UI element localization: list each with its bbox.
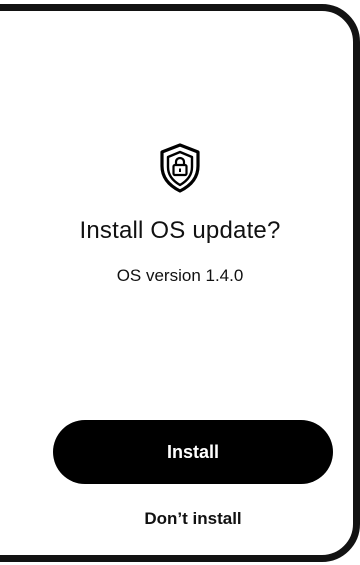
shield-lock-icon — [160, 143, 200, 193]
dialog-title: Install OS update? — [79, 217, 281, 244]
os-version-text: OS version 1.4.0 — [116, 266, 244, 285]
device-stage: Install OS update? OS version 1.4.0 Inst… — [0, 0, 360, 565]
dont-install-button[interactable]: Don’t install — [53, 502, 333, 536]
install-button[interactable]: Install — [53, 420, 333, 484]
